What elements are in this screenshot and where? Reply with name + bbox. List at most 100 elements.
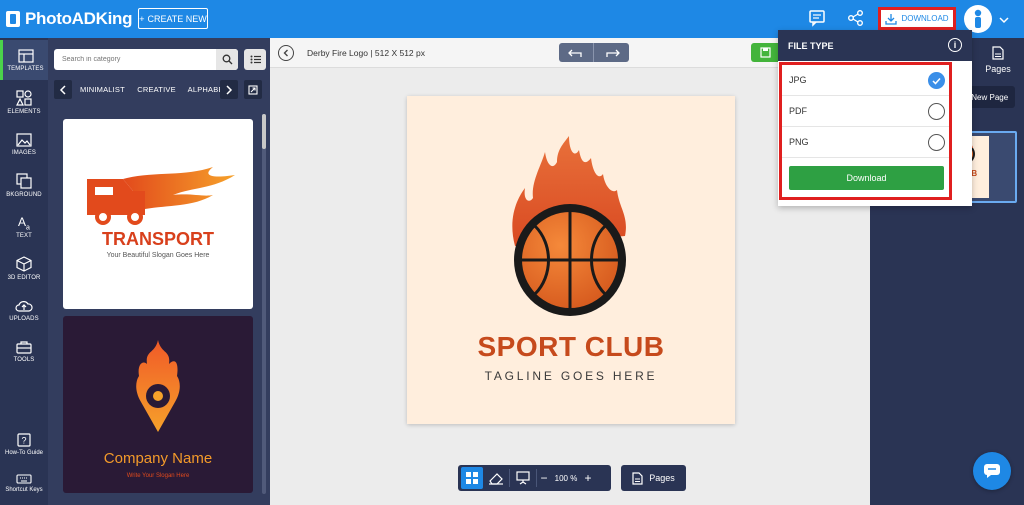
keyboard-icon bbox=[16, 473, 32, 484]
nav-3d-label: 3D EDITOR bbox=[7, 274, 41, 281]
redo-icon bbox=[605, 49, 620, 57]
user-avatar[interactable] bbox=[964, 5, 992, 33]
app-logo[interactable]: PhotoADKing bbox=[6, 9, 132, 29]
eraser-button[interactable] bbox=[483, 467, 509, 489]
nav-background-label: BKGROUND bbox=[6, 191, 42, 198]
redo-button[interactable] bbox=[594, 43, 629, 62]
category-minimalist[interactable]: MINIMALIST bbox=[80, 85, 125, 94]
logo-tagline[interactable]: TAGLINE GOES HERE bbox=[407, 369, 735, 383]
presentation-icon bbox=[516, 471, 530, 485]
expand-categories-button[interactable] bbox=[244, 80, 262, 99]
zoom-in-button[interactable]: + bbox=[581, 471, 595, 485]
create-new-button[interactable]: + CREATE NEW bbox=[138, 8, 208, 29]
logo-text: PhotoADKing bbox=[25, 9, 133, 28]
info-icon[interactable]: i bbox=[948, 38, 962, 52]
nav-shortcut-label: Shortcut Keys bbox=[5, 486, 43, 493]
nav-3d-editor[interactable]: 3D EDITOR bbox=[0, 248, 48, 288]
nav-text[interactable]: Aa TEXT bbox=[0, 207, 48, 247]
radio-png[interactable] bbox=[928, 134, 945, 151]
search-icon bbox=[222, 54, 232, 65]
category-next-button[interactable] bbox=[220, 80, 238, 99]
zoom-level: 100 % bbox=[554, 473, 578, 483]
nav-tools[interactable]: TOOLS bbox=[0, 331, 48, 371]
download-button[interactable]: DOWNLOAD bbox=[878, 7, 956, 30]
logo-icon bbox=[6, 11, 20, 27]
artboard[interactable]: SPORT CLUB TAGLINE GOES HERE bbox=[407, 96, 735, 424]
tab-pages[interactable]: Pages bbox=[972, 38, 1024, 82]
template-card-transport[interactable]: TRANSPORT Your Beautiful Slogan Goes Her… bbox=[63, 119, 253, 309]
templates-icon bbox=[17, 48, 34, 63]
3d-icon bbox=[16, 255, 32, 272]
fire-pin-logo bbox=[136, 340, 180, 432]
nav-how-to-guide[interactable]: ? How-To Guide bbox=[0, 427, 48, 461]
doc-size-text: 512 X 512 px bbox=[374, 48, 426, 58]
bottom-toolbar: − 100 % + bbox=[458, 465, 611, 491]
grid-view-button[interactable] bbox=[461, 467, 483, 489]
images-icon bbox=[16, 132, 32, 147]
nav-uploads-label: UPLOADS bbox=[9, 315, 39, 322]
undo-button[interactable] bbox=[559, 43, 594, 62]
user-icon bbox=[974, 9, 982, 28]
dropdown-title: FILE TYPE bbox=[788, 40, 834, 51]
templates-scrollbar[interactable] bbox=[262, 114, 266, 494]
nav-tools-label: TOOLS bbox=[13, 356, 35, 363]
page-icon bbox=[632, 471, 643, 485]
card1-slogan: Your Beautiful Slogan Goes Here bbox=[106, 252, 210, 259]
download-confirm-button[interactable]: Download bbox=[789, 166, 944, 190]
option-pdf-label: PDF bbox=[789, 106, 807, 116]
left-nav: TEMPLATES ELEMENTS IMAGES BKGROUND Aa TE… bbox=[0, 38, 48, 505]
nav-elements-label: ELEMENTS bbox=[7, 108, 41, 115]
nav-images-label: IMAGES bbox=[12, 149, 36, 156]
save-button[interactable] bbox=[751, 43, 780, 62]
logo-title[interactable]: SPORT CLUB bbox=[407, 331, 735, 363]
search-input[interactable] bbox=[54, 49, 238, 70]
file-type-dropdown: FILE TYPE i JPG PDF PNG Download bbox=[778, 30, 972, 206]
category-prev-button[interactable] bbox=[54, 80, 72, 99]
check-icon bbox=[932, 77, 941, 85]
chevron-down-icon[interactable] bbox=[998, 12, 1010, 30]
new-page-label: New Page bbox=[971, 92, 1009, 102]
nav-background[interactable]: BKGROUND bbox=[0, 165, 48, 205]
nav-text-label: TEXT bbox=[16, 233, 32, 240]
expand-icon bbox=[248, 84, 258, 95]
category-alphabet[interactable]: ALPHABET bbox=[188, 85, 220, 94]
tools-icon bbox=[16, 340, 32, 354]
option-png-label: PNG bbox=[789, 137, 809, 147]
back-button[interactable] bbox=[278, 45, 294, 61]
option-jpg[interactable]: JPG bbox=[782, 65, 949, 96]
category-creative[interactable]: CREATIVE bbox=[137, 85, 176, 94]
template-card-company[interactable]: Company Name Write Your Slogan Here bbox=[63, 316, 253, 493]
chevron-left-icon bbox=[59, 84, 66, 95]
nav-templates[interactable]: TEMPLATES bbox=[0, 40, 48, 80]
text-icon: Aa bbox=[17, 214, 31, 232]
radio-pdf[interactable] bbox=[928, 103, 945, 120]
search-button[interactable] bbox=[216, 49, 238, 70]
share-icon[interactable] bbox=[847, 9, 865, 32]
nav-uploads[interactable]: UPLOADS bbox=[0, 290, 48, 330]
option-pdf[interactable]: PDF bbox=[782, 96, 949, 127]
zoom-out-button[interactable]: − bbox=[537, 471, 551, 485]
list-view-button[interactable] bbox=[244, 49, 266, 70]
presentation-button[interactable] bbox=[510, 467, 536, 489]
option-png[interactable]: PNG bbox=[782, 127, 949, 158]
background-icon bbox=[16, 172, 32, 189]
elements-icon bbox=[16, 89, 32, 106]
chat-support-button[interactable] bbox=[973, 452, 1011, 490]
category-row: MINIMALIST CREATIVE ALPHABET bbox=[54, 80, 266, 100]
download-icon bbox=[885, 13, 898, 25]
nav-elements[interactable]: ELEMENTS bbox=[0, 82, 48, 122]
pages-button-label: Pages bbox=[649, 473, 675, 483]
nav-guide-label: How-To Guide bbox=[4, 449, 43, 456]
radio-jpg[interactable] bbox=[928, 72, 945, 89]
chat-icon[interactable] bbox=[808, 9, 826, 32]
nav-images[interactable]: IMAGES bbox=[0, 124, 48, 164]
pages-button[interactable]: Pages bbox=[621, 465, 686, 491]
document-name[interactable]: Derby Fire Logo | 512 X 512 px bbox=[307, 48, 425, 58]
eraser-icon bbox=[489, 473, 503, 485]
card2-slogan: Write Your Slogan Here bbox=[126, 473, 190, 479]
option-jpg-label: JPG bbox=[789, 75, 807, 85]
card2-title: Company Name bbox=[103, 450, 213, 467]
nav-shortcut-keys[interactable]: Shortcut Keys bbox=[0, 466, 48, 500]
svg-text:?: ? bbox=[21, 435, 26, 445]
undo-icon bbox=[568, 49, 582, 57]
